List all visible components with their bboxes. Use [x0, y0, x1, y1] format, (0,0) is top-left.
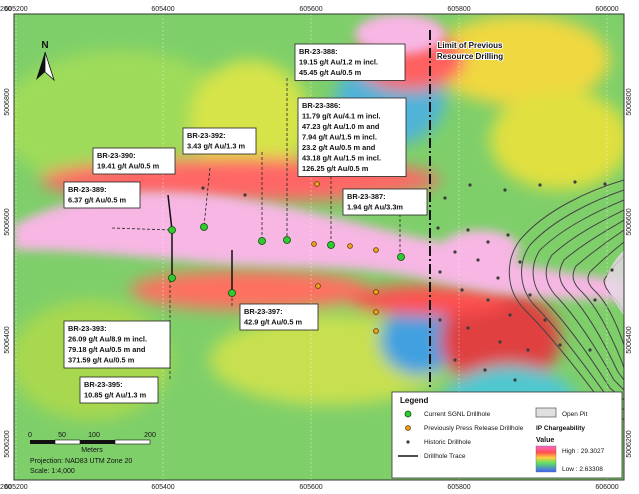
callout-br-23-393-line-0: BR-23-393: [68, 324, 107, 333]
callout-br-23-386-line-1: 11.79 g/t Au/4.1 m incl. [302, 112, 381, 121]
callout-br-23-389-line-0: BR-23-389: [68, 185, 107, 194]
north-label: N [41, 40, 48, 51]
legend-current-label: Current SGNL Drillhole [424, 411, 491, 418]
scale-ratio-label: Scale: 1:4,000 [30, 468, 75, 475]
legend-ip-label: IP Chargeability [536, 425, 585, 432]
scale-tick-200: 200 [144, 432, 156, 439]
scale-tick-100: 100 [88, 432, 100, 439]
legend-low-label: Low : 2.63308 [562, 466, 603, 473]
y-tick-left-5006400: 5006400 [4, 326, 11, 353]
legend-high-label: High : 29.3027 [562, 448, 605, 455]
callout-br-23-392: BR-23-392: 3.43 g/t Au/1.3 m [182, 127, 257, 155]
x-tick-labels-top: 605200605400605600605800606000606200 [0, 6, 619, 13]
callout-br-23-386-line-6: 126.25 g/t Au/0.5 m [302, 164, 369, 173]
y-tick-left-5006600: 5006600 [4, 208, 11, 235]
callout-br-23-395-line-0: BR-23-395: [84, 380, 123, 389]
callout-br-23-392-line-0: BR-23-392: [187, 131, 226, 140]
callout-br-23-395-line-1: 10.85 g/t Au/1.3 m [84, 391, 147, 400]
scale-tick-0: 0 [28, 432, 32, 439]
x-tick-bottom-605400: 605400 [151, 484, 174, 491]
callout-br-23-388-line-1: 19.15 g/t Au/1.2 m incl. [299, 58, 378, 67]
callout-br-23-393-line-3: 371.59 g/t Au/0.5 m [68, 356, 135, 365]
y-tick-right-5006800: 5006800 [626, 88, 633, 115]
x-tick-top-605400: 605400 [151, 6, 174, 13]
callout-br-23-390: BR-23-390: 19.41 g/t Au/0.5 m [92, 147, 176, 175]
x-tick-bottom-606200: 606200 [0, 484, 12, 491]
callout-br-23-386-line-2: 47.23 g/t Au/1.0 m and [302, 122, 380, 131]
callout-br-23-395: BR-23-395: 10.85 g/t Au/1.3 m [79, 376, 159, 404]
callout-br-23-397: BR-23-397: 42.9 g/t Au/0.5 m [239, 303, 319, 331]
legend-trace-label: Drillhole Trace [424, 453, 466, 460]
y-tick-left-5006800: 5006800 [4, 88, 11, 115]
x-tick-top-605800: 605800 [447, 6, 470, 13]
callout-br-23-388-line-2: 45.45 g/t Au/0.5 m [299, 68, 362, 77]
y-tick-left-5006200: 5006200 [4, 430, 11, 457]
legend-open-pit-swatch [535, 407, 557, 418]
limit-label-line1: Limit of Previous [438, 41, 503, 50]
legend-historic-swatch [406, 440, 410, 444]
legend-current-swatch [404, 410, 412, 418]
callout-br-23-386-line-0: BR-23-386: [302, 101, 341, 110]
x-tick-labels-bottom: 605200605400605600605800606000606200 [0, 484, 619, 491]
callout-br-23-392-line-1: 3.43 g/t Au/1.3 m [187, 142, 245, 151]
y-tick-right-5006200: 5006200 [626, 430, 633, 457]
callout-br-23-390-line-0: BR-23-390: [97, 151, 136, 160]
ip-chargeability-map: 605200605400605600605800606000606200 605… [0, 6, 633, 491]
legend-open-pit-label: Open Pit [562, 411, 587, 418]
callout-br-23-388-line-0: BR-23-388: [299, 47, 338, 56]
legend-color-ramp [535, 445, 557, 473]
x-tick-bottom-605600: 605600 [299, 484, 322, 491]
legend-historic-label: Historic Drillhole [424, 439, 471, 446]
scale-unit: Meters [81, 447, 103, 454]
y-tick-labels-right: 5006800 5006600 5006400 5006200 [626, 88, 633, 457]
callout-br-23-393-line-1: 26.09 g/t Au/8.9 m incl. [68, 335, 147, 344]
limit-label-line2: Resource Drilling [437, 52, 503, 61]
callout-br-23-393: BR-23-393: 26.09 g/t Au/8.9 m incl.79.18 … [63, 320, 171, 369]
legend-previous-label: Previously Press Release Drillhole [424, 425, 524, 432]
callout-br-23-387-line-0: BR-23-387: [347, 192, 386, 201]
callout-br-23-388: BR-23-388: 19.15 g/t Au/1.2 m incl.45.45 … [294, 43, 406, 81]
callout-br-23-389-line-1: 6.37 g/t Au/0.5 m [68, 196, 126, 205]
callout-br-23-386-line-4: 23.2 g/t Au/0.5 m and [302, 143, 376, 152]
legend: Legend Current SGNL Drillhole Previously… [391, 391, 623, 479]
y-tick-labels-left: 5006800 5006600 5006400 5006200 [4, 88, 11, 457]
y-tick-right-5006600: 5006600 [626, 208, 633, 235]
legend-value-label: Value [536, 437, 554, 444]
scale-tick-50: 50 [58, 432, 66, 439]
callout-br-23-387-line-1: 1.94 g/t Au/3.3m [347, 203, 403, 212]
callout-br-23-397-line-0: BR-23-397: [244, 307, 283, 316]
legend-previous-swatch [405, 425, 411, 431]
projection-label: Projection: NAD83 UTM Zone 20 [30, 458, 132, 465]
y-tick-right-5006400: 5006400 [626, 326, 633, 353]
callout-br-23-390-line-1: 19.41 g/t Au/0.5 m [97, 162, 160, 171]
x-tick-bottom-605800: 605800 [447, 484, 470, 491]
x-tick-bottom-606000: 606000 [595, 484, 618, 491]
callout-br-23-393-line-2: 79.18 g/t Au/0.5 m and [68, 345, 146, 354]
x-tick-top-605600: 605600 [299, 6, 322, 13]
callout-br-23-386-line-3: 7.94 g/t Au/1.5 m incl. [302, 133, 377, 142]
callout-br-23-389: BR-23-389: 6.37 g/t Au/0.5 m [63, 181, 141, 209]
callout-br-23-387: BR-23-387: 1.94 g/t Au/3.3m [342, 188, 428, 216]
callout-br-23-397-line-1: 42.9 g/t Au/0.5 m [244, 318, 302, 327]
legend-title: Legend [400, 396, 429, 405]
x-tick-top-606200: 606200 [0, 6, 12, 13]
callout-br-23-386: BR-23-386: 11.79 g/t Au/4.1 m incl.47.23 … [297, 97, 407, 177]
callout-br-23-386-line-5: 43.18 g/t Au/1.5 m incl. [302, 154, 381, 163]
x-tick-top-606000: 606000 [595, 6, 618, 13]
